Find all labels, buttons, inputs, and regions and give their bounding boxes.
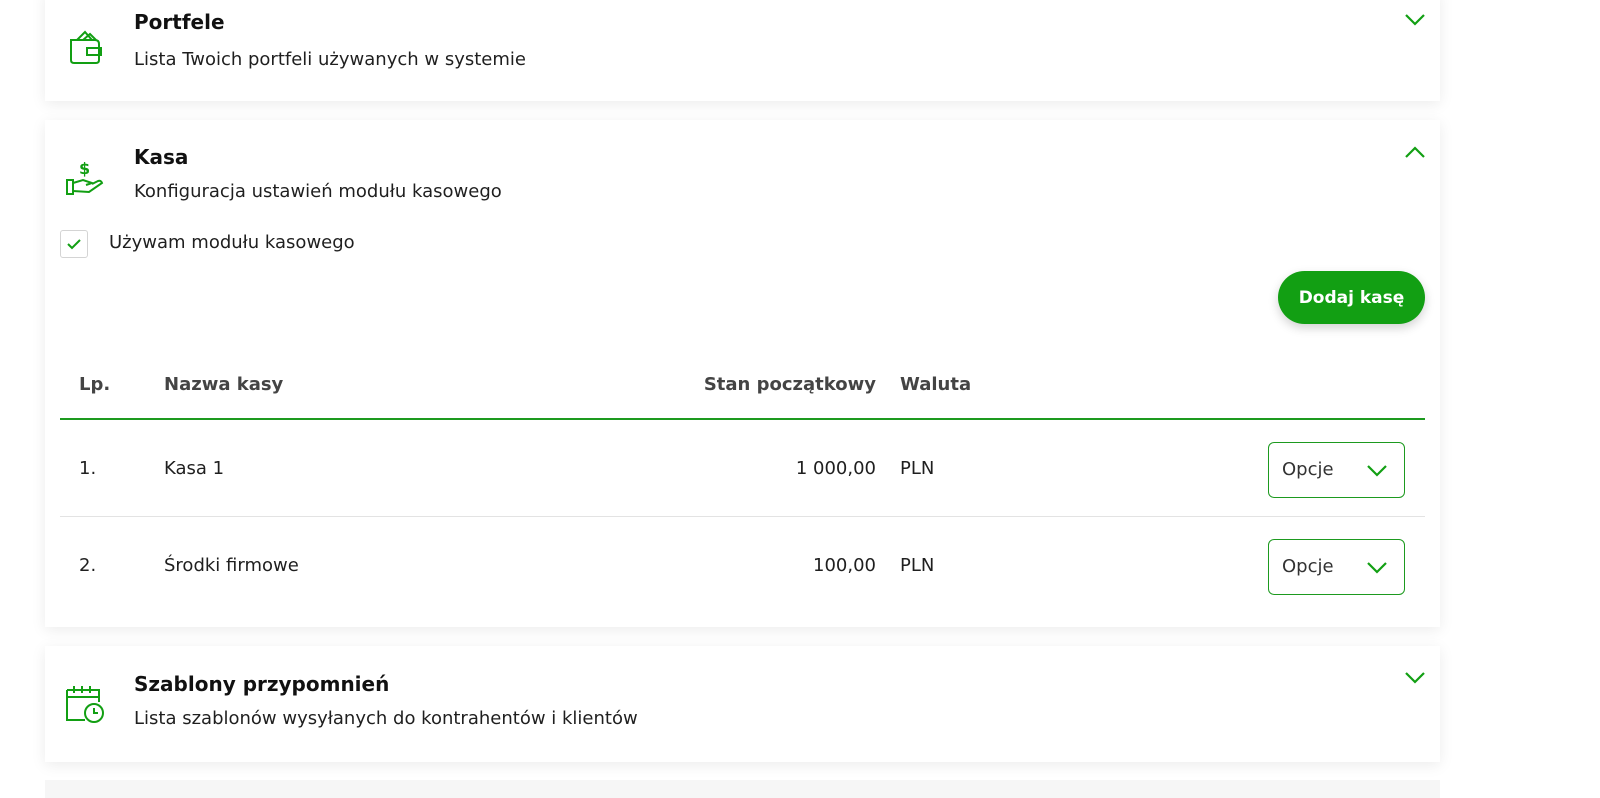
chevron-down-icon[interactable] [1404,13,1426,27]
checkmark-icon [67,239,81,250]
card-description: Lista szablonów wysyłanych do kontrahent… [134,708,638,729]
chevron-down-icon [1367,465,1387,477]
wallet-icon [70,30,102,64]
szablony-card: Szablony przypomnień Lista szablonów wys… [45,646,1440,762]
card-title: Kasa [134,145,189,169]
cell-name: Środki firmowe [164,555,299,576]
card-description: Konfiguracja ustawień modułu kasowego [134,181,502,202]
card-description: Lista Twoich portfeli używanych w system… [134,49,526,70]
header-name: Nazwa kasy [164,374,284,395]
portfele-card: Portfele Lista Twoich portfeli używanych… [45,0,1440,101]
cell-currency: PLN [900,458,935,479]
cell-currency: PLN [900,555,935,576]
header-start-balance: Stan początkowy [703,374,876,395]
add-cash-register-button[interactable]: Dodaj kasę [1278,271,1425,324]
cell-lp: 1. [79,458,97,479]
card-title: Portfele [134,10,225,34]
next-card-edge [45,780,1440,798]
header-currency: Waluta [900,374,972,395]
card-title: Szablony przypomnień [134,672,390,696]
cash-registers-table: Lp. Nazwa kasy Stan początkowy Waluta 1.… [60,360,1425,613]
options-label: Opcje [1282,459,1334,480]
chevron-down-icon[interactable] [1404,671,1426,685]
options-label: Opcje [1282,556,1334,577]
use-cash-module-checkbox[interactable] [60,230,88,258]
chevron-up-icon[interactable] [1404,145,1426,159]
header-lp: Lp. [79,374,111,395]
kasa-card: $ Kasa Konfiguracja ustawień modułu kaso… [45,120,1440,627]
cash-hand-icon: $ [66,159,104,195]
svg-text:$: $ [79,159,90,178]
calendar-clock-icon [66,686,104,723]
cell-lp: 2. [79,555,97,576]
options-dropdown[interactable]: Opcje [1268,442,1405,498]
cell-start-balance: 1 000,00 [795,458,876,479]
table-header: Lp. Nazwa kasy Stan początkowy Waluta [60,360,1425,420]
options-dropdown[interactable]: Opcje [1268,539,1405,595]
cell-name: Kasa 1 [164,458,225,479]
chevron-down-icon [1367,562,1387,574]
cell-start-balance: 100,00 [813,555,876,576]
checkbox-label: Używam modułu kasowego [109,232,355,253]
table-row: 1. Kasa 1 1 000,00 PLN Opcje [60,420,1425,516]
table-row: 2. Środki firmowe 100,00 PLN Opcje [60,516,1425,613]
